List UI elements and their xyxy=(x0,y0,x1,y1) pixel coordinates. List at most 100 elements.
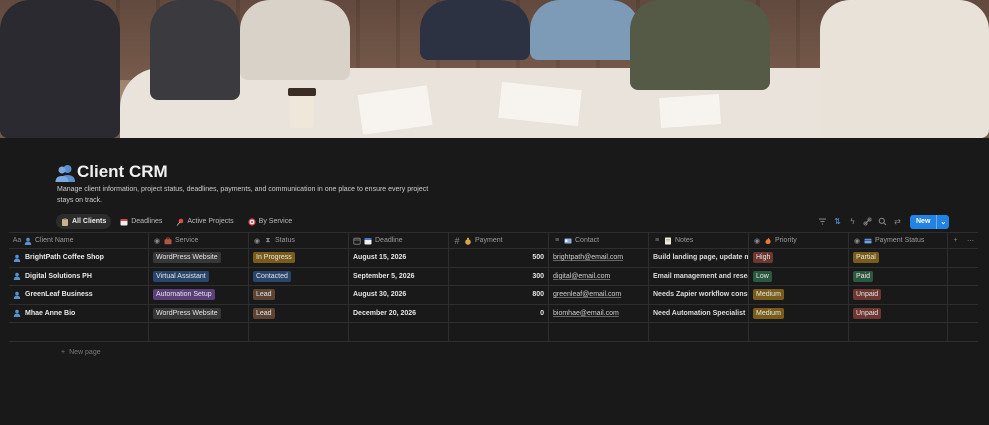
deadline-cell[interactable]: December 20, 2026 xyxy=(349,304,449,322)
table-row[interactable]: Digital Solutions PH Virtual Assistant Con… xyxy=(9,267,978,286)
service-cell[interactable]: Virtual Assistant xyxy=(149,267,249,285)
contact-cell[interactable]: digital@email.com xyxy=(549,267,649,285)
payment-cell[interactable]: 0 xyxy=(449,304,549,322)
column-header-payment[interactable]: # Payment xyxy=(449,233,549,248)
contact-cell[interactable]: brightpath@email.com xyxy=(549,249,649,267)
column-label: Status xyxy=(275,237,295,244)
priority-tag: Medium xyxy=(753,307,784,319)
settings-icon[interactable]: ⇄ xyxy=(893,217,902,226)
column-header-deadline[interactable]: Deadline xyxy=(349,233,449,248)
sort-icon[interactable]: ⇅ xyxy=(833,217,842,226)
service-tag: Automation Setup xyxy=(153,289,215,301)
column-header-notes[interactable]: ≡ Notes xyxy=(649,233,749,248)
tab-label: All Clients xyxy=(72,218,107,225)
tab-deadlines[interactable]: Deadlines xyxy=(115,214,167,229)
client-name-cell[interactable]: BrightPath Coffee Shop xyxy=(9,249,149,267)
status-tag: Lead xyxy=(253,307,275,319)
column-label: Deadline xyxy=(375,237,403,244)
client-name-cell[interactable]: Mhae Anne Bio xyxy=(9,304,149,322)
status-cell[interactable]: Lead xyxy=(249,286,349,304)
clipboard-icon xyxy=(61,217,69,226)
payment-status-cell[interactable]: Partial xyxy=(849,249,948,267)
priority-cell[interactable]: Medium xyxy=(749,286,849,304)
link-icon[interactable] xyxy=(863,217,872,226)
deadline-cell[interactable]: September 5, 2026 xyxy=(349,267,449,285)
more-options-icon[interactable]: ⋯ xyxy=(967,237,974,245)
select-type-icon: ◉ xyxy=(853,237,861,245)
person-icon xyxy=(24,237,32,245)
service-cell[interactable]: WordPress Website xyxy=(149,304,249,322)
client-name: Digital Solutions PH xyxy=(25,272,92,280)
memo-icon xyxy=(664,237,672,245)
text-type-icon: ≡ xyxy=(554,237,560,244)
priority-cell[interactable]: Low xyxy=(749,267,849,285)
notes-cell[interactable]: Need Automation Specialist xyxy=(649,304,749,322)
payment-cell[interactable]: 800 xyxy=(449,286,549,304)
notes-cell[interactable]: Build landing page, update menu xyxy=(649,249,749,267)
hourglass-icon: ⧗ xyxy=(265,236,271,244)
deadline-cell[interactable]: August 30, 2026 xyxy=(349,286,449,304)
page-description: Manage client information, project statu… xyxy=(57,186,429,204)
client-name-cell[interactable]: GreenLeaf Business xyxy=(9,286,149,304)
row-spacer-cell xyxy=(948,249,978,267)
client-name-cell[interactable]: Digital Solutions PH xyxy=(9,267,149,285)
tab-label: Deadlines xyxy=(131,218,163,225)
table-row[interactable]: GreenLeaf Business Automation Setup Lead Au… xyxy=(9,286,978,305)
filter-icon[interactable] xyxy=(818,217,827,226)
priority-cell[interactable]: Medium xyxy=(749,304,849,322)
column-label: Service xyxy=(175,237,199,244)
client-name: BrightPath Coffee Shop xyxy=(25,254,104,262)
chevron-down-icon[interactable]: ⌄ xyxy=(936,214,949,229)
payment-cell[interactable]: 500 xyxy=(449,249,549,267)
column-header-priority[interactable]: ◉ Priority xyxy=(749,233,849,248)
table-row[interactable]: BrightPath Coffee Shop WordPress Website I… xyxy=(9,249,978,268)
service-tag: WordPress Website xyxy=(153,307,221,319)
column-header-client-name[interactable]: Aa Client Name xyxy=(9,233,149,248)
column-header-contact[interactable]: ≡ Contact xyxy=(549,233,649,248)
lightning-icon[interactable]: ϟ xyxy=(848,217,857,226)
payment-cell[interactable]: 300 xyxy=(449,267,549,285)
briefcase-icon xyxy=(164,237,172,245)
new-button-label: New xyxy=(916,218,931,225)
column-header-service[interactable]: ◉ Service xyxy=(149,233,249,248)
priority-cell[interactable]: High xyxy=(749,249,849,267)
person-icon xyxy=(13,291,21,299)
target-icon xyxy=(248,217,256,226)
database-table: Aa Client Name ◉ Service ◉ ⧗ Status Dead… xyxy=(9,232,978,342)
deadline-cell[interactable]: August 15, 2026 xyxy=(349,249,449,267)
service-cell[interactable]: Automation Setup xyxy=(149,286,249,304)
tab-by-service[interactable]: By Service xyxy=(243,214,297,229)
payment-status-cell[interactable]: Unpaid xyxy=(849,286,948,304)
notes-cell[interactable]: Needs Zapier workflow consultation xyxy=(649,286,749,304)
tab-active-projects[interactable]: Active Projects xyxy=(171,214,238,229)
payment-status-tag: Unpaid xyxy=(853,307,882,319)
payment-status-cell[interactable]: Paid xyxy=(849,267,948,285)
priority-tag: High xyxy=(753,252,774,264)
contact-cell[interactable]: greenleaf@email.com xyxy=(549,286,649,304)
contact-cell[interactable]: biomhae@email.com xyxy=(549,304,649,322)
new-page-label: New page xyxy=(69,349,101,356)
notes-cell[interactable]: Email management and research xyxy=(649,267,749,285)
column-header-payment-status[interactable]: ◉ Payment Status xyxy=(849,233,948,248)
status-tag: Contacted xyxy=(253,270,291,282)
status-cell[interactable]: Lead xyxy=(249,304,349,322)
add-column-icon[interactable]: + xyxy=(952,237,959,245)
column-label: Notes xyxy=(675,237,694,244)
payment-status-cell[interactable]: Unpaid xyxy=(849,304,948,322)
status-cell[interactable]: In Progress xyxy=(249,249,349,267)
search-icon[interactable] xyxy=(878,217,887,226)
priority-tag: Medium xyxy=(753,289,784,301)
person-icon xyxy=(13,254,21,262)
select-type-icon: ◉ xyxy=(753,237,761,245)
service-tag: Virtual Assistant xyxy=(153,270,209,282)
client-name: GreenLeaf Business xyxy=(25,291,93,299)
column-label: Client Name xyxy=(35,237,74,244)
service-cell[interactable]: WordPress Website xyxy=(149,249,249,267)
new-button[interactable]: New ⌄ xyxy=(910,214,950,229)
status-cell[interactable]: Contacted xyxy=(249,267,349,285)
view-tabs: All Clients Deadlines Active Projects By… xyxy=(56,214,297,229)
table-row[interactable]: Mhae Anne Bio WordPress Website Lead Decemb… xyxy=(9,304,978,323)
new-page-button[interactable]: + New page xyxy=(61,349,101,356)
column-header-status[interactable]: ◉ ⧗ Status xyxy=(249,233,349,248)
tab-all-clients[interactable]: All Clients xyxy=(56,214,112,229)
